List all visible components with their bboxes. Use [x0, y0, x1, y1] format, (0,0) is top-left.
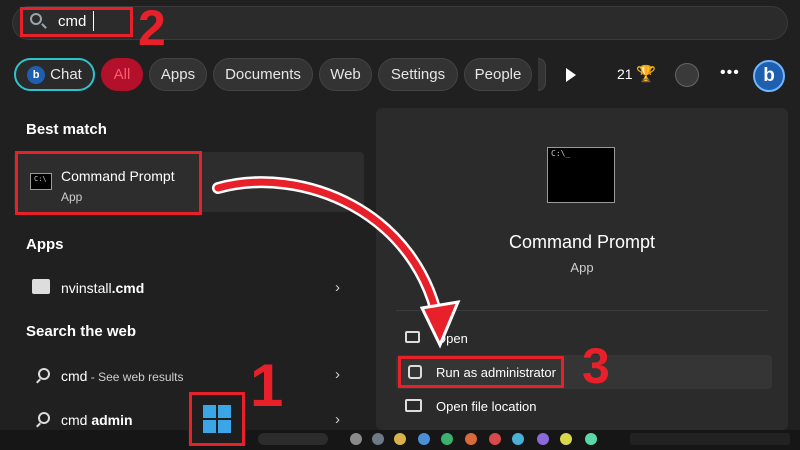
taskbar-app-icon[interactable] — [560, 433, 572, 445]
annotation-arrow — [212, 176, 461, 349]
taskbar-app-icon[interactable] — [537, 433, 549, 445]
taskbar-app-icon[interactable] — [489, 433, 501, 445]
taskbar-app-icon[interactable] — [585, 433, 597, 445]
taskbar-app-icon[interactable] — [465, 433, 477, 445]
annotation-number-1: 1 — [250, 352, 284, 419]
taskbar-app-icon[interactable] — [441, 433, 453, 445]
taskbar-app-icon[interactable] — [394, 433, 406, 445]
taskbar-app-icon[interactable] — [350, 433, 362, 445]
taskbar-app-icon[interactable] — [512, 433, 524, 445]
annotation-box-start — [189, 392, 245, 446]
taskbar-app-icon[interactable] — [418, 433, 430, 445]
system-tray[interactable] — [630, 433, 790, 445]
taskbar-app-icon[interactable] — [372, 433, 384, 445]
taskbar-search[interactable] — [258, 433, 328, 445]
